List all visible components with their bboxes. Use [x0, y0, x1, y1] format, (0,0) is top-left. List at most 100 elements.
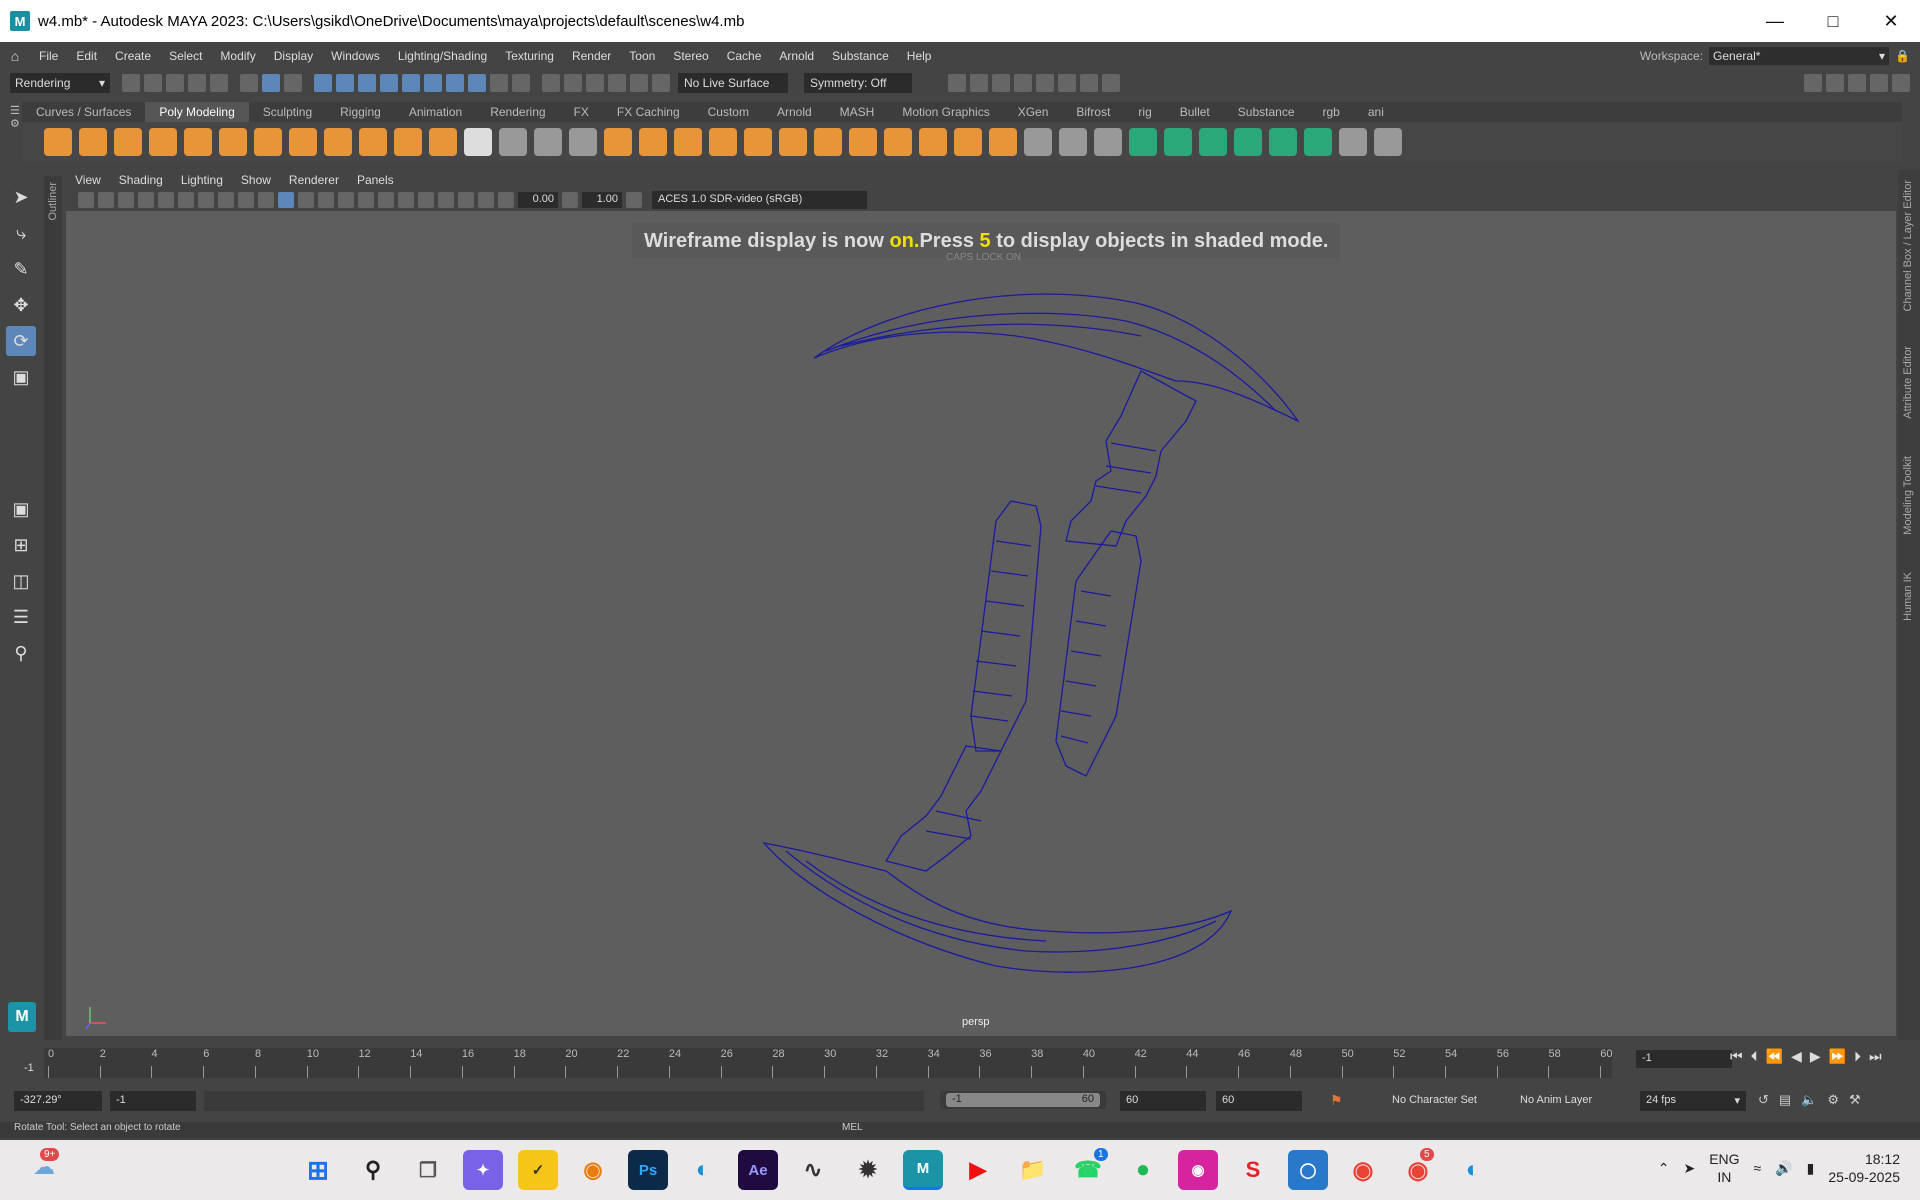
combine-icon[interactable]	[604, 128, 632, 156]
lasso-tool-icon[interactable]: ⤷	[6, 218, 36, 248]
play-backwards-icon[interactable]: ◀	[1791, 1048, 1802, 1065]
red-app-icon[interactable]: S	[1233, 1150, 1273, 1190]
tab-xgen[interactable]: XGen	[1004, 102, 1063, 122]
start-time-field[interactable]: -1	[110, 1091, 196, 1111]
panel-menu-panels[interactable]: Panels	[348, 173, 403, 187]
default-material-icon[interactable]	[318, 192, 334, 208]
paint-select-icon[interactable]: ✎	[6, 254, 36, 284]
blender-icon[interactable]: ◉	[573, 1150, 613, 1190]
isolate-select-icon[interactable]	[458, 192, 474, 208]
append-polygon-icon[interactable]	[1234, 128, 1262, 156]
arnold-render-icon[interactable]	[1058, 74, 1076, 92]
bank-app-icon[interactable]: ◯	[1288, 1150, 1328, 1190]
ambient-occlusion-icon[interactable]	[398, 192, 414, 208]
offset-edge-loop-icon[interactable]	[1304, 128, 1332, 156]
menu-windows[interactable]: Windows	[322, 49, 389, 63]
snap-grid-icon[interactable]	[542, 74, 560, 92]
anim-layer-dropdown[interactable]: No Anim Layer	[1520, 1094, 1592, 1106]
tab-rig[interactable]: rig	[1124, 102, 1165, 122]
menu-texturing[interactable]: Texturing	[496, 49, 563, 63]
component-mode-icon[interactable]	[284, 74, 302, 92]
modeling-toolkit-tab[interactable]: Modeling Toolkit	[1902, 456, 1914, 535]
minimize-button[interactable]: —	[1746, 0, 1804, 42]
channel-box-tab[interactable]: Channel Box / Layer Editor	[1902, 180, 1914, 311]
language-indicator[interactable]: ENG IN	[1709, 1150, 1739, 1186]
poly-plane-icon[interactable]	[219, 128, 247, 156]
loop-icon[interactable]: ↺	[1758, 1092, 1769, 1108]
tab-rgb[interactable]: rgb	[1309, 102, 1354, 122]
make-live-icon[interactable]	[652, 74, 670, 92]
four-view-layout-icon[interactable]: ⊞	[6, 530, 36, 560]
tab-bifrost[interactable]: Bifrost	[1062, 102, 1124, 122]
attribute-editor-toggle-icon[interactable]	[1848, 74, 1866, 92]
gamma-field[interactable]: 1.00	[582, 192, 622, 208]
fill-hole-icon[interactable]	[954, 128, 982, 156]
shelf-menu-icon[interactable]: ☰ ⚙	[10, 104, 22, 160]
separate-icon[interactable]	[639, 128, 667, 156]
snap-projected-icon[interactable]	[608, 74, 626, 92]
menu-toon[interactable]: Toon	[620, 49, 664, 63]
boolean-intersection-icon[interactable]	[814, 128, 842, 156]
select-deformations-icon[interactable]	[402, 74, 420, 92]
exposure-icon[interactable]	[498, 192, 514, 208]
scale-tool-icon[interactable]: ▣	[6, 362, 36, 392]
select-handles-icon[interactable]	[314, 74, 332, 92]
smooth-icon[interactable]	[709, 128, 737, 156]
platonic-solid-icon[interactable]	[289, 128, 317, 156]
render-view-icon[interactable]	[948, 74, 966, 92]
chrome-icon[interactable]: ◉	[1343, 1150, 1383, 1190]
field-chart-icon[interactable]	[238, 192, 254, 208]
edge-icon[interactable]: ◐	[683, 1150, 723, 1190]
merge-icon[interactable]	[1339, 128, 1367, 156]
auto-key-icon[interactable]: ⚑	[1330, 1092, 1343, 1109]
bookmarks-icon[interactable]	[118, 192, 134, 208]
end-time-field[interactable]: 60	[1120, 1091, 1206, 1111]
attribute-editor-tab[interactable]: Attribute Editor	[1902, 346, 1914, 419]
use-lights-icon[interactable]	[358, 192, 374, 208]
highlight-selection-icon[interactable]	[512, 74, 530, 92]
select-misc-icon[interactable]	[468, 74, 486, 92]
tab-bullet[interactable]: Bullet	[1166, 102, 1224, 122]
human-ik-tab[interactable]: Human IK	[1902, 572, 1914, 621]
lock-icon[interactable]: 🔒	[1895, 49, 1910, 63]
edge-profile-icon[interactable]: ◐	[1453, 1150, 1493, 1190]
live-surface-field[interactable]: No Live Surface	[678, 73, 788, 93]
volume-icon[interactable]: 🔊	[1775, 1160, 1792, 1177]
smooth-shade-icon[interactable]	[298, 192, 314, 208]
menu-cache[interactable]: Cache	[718, 49, 771, 63]
step-back-key-icon[interactable]: ⏪	[1766, 1048, 1783, 1065]
poly-disc-icon[interactable]	[254, 128, 282, 156]
tool-settings-toggle-icon[interactable]	[1870, 74, 1888, 92]
type-icon[interactable]	[394, 128, 422, 156]
retopologize-icon[interactable]	[919, 128, 947, 156]
wifi-icon[interactable]: ≈	[1754, 1160, 1762, 1176]
cache-playback-icon[interactable]: ▤	[1779, 1092, 1791, 1108]
select-joints-icon[interactable]	[336, 74, 354, 92]
step-back-frame-icon[interactable]: ⏴	[1751, 1048, 1758, 1065]
move-tool-icon[interactable]: ✥	[6, 290, 36, 320]
poly-sphere-icon[interactable]	[44, 128, 72, 156]
menu-edit[interactable]: Edit	[67, 49, 106, 63]
menu-arnold[interactable]: Arnold	[770, 49, 823, 63]
menu-help[interactable]: Help	[898, 49, 941, 63]
tab-mash[interactable]: MASH	[826, 102, 889, 122]
home-icon[interactable]: ⌂	[0, 48, 30, 64]
reduce-icon[interactable]	[989, 128, 1017, 156]
snap-pivot-icon[interactable]	[569, 128, 597, 156]
sweep-mesh-icon[interactable]	[359, 128, 387, 156]
select-dynamics-icon[interactable]	[424, 74, 442, 92]
insert-edge-loop-icon[interactable]	[1269, 128, 1297, 156]
app-icon[interactable]: ∿	[793, 1150, 833, 1190]
ipr-render-icon[interactable]	[992, 74, 1010, 92]
panel-menu-show[interactable]: Show	[232, 173, 280, 187]
grid-icon[interactable]	[158, 192, 174, 208]
boolean-difference-icon[interactable]	[779, 128, 807, 156]
save-scene-icon[interactable]	[166, 74, 184, 92]
exposure-field[interactable]: 0.00	[518, 192, 558, 208]
menuset-dropdown[interactable]: Rendering ▾	[10, 73, 110, 93]
hierarchy-mode-icon[interactable]	[240, 74, 258, 92]
search-icon[interactable]: ⚲	[6, 638, 36, 668]
tab-fx-caching[interactable]: FX Caching	[603, 102, 694, 122]
panel-menu-renderer[interactable]: Renderer	[280, 173, 348, 187]
gamma-icon[interactable]	[562, 192, 578, 208]
